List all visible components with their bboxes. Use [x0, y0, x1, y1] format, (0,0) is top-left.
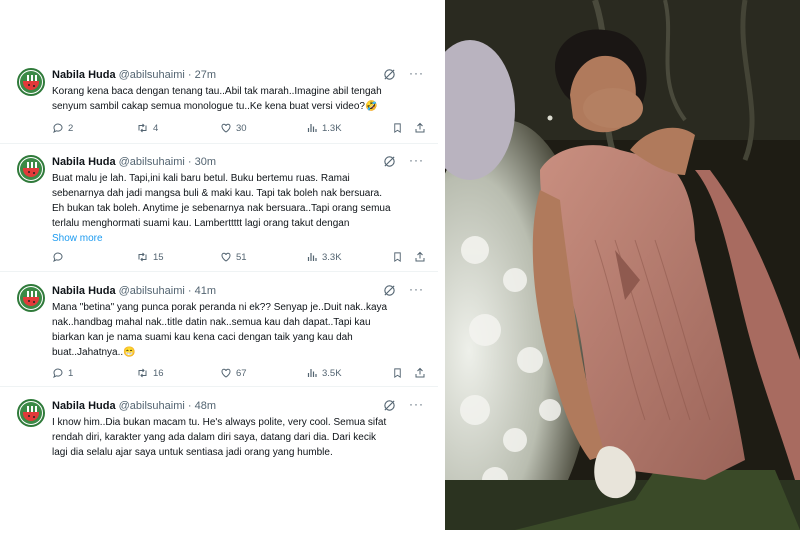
- tweet[interactable]: Nabila Huda @abilsuhaimi · 27m ··· Koran…: [0, 66, 438, 144]
- display-name[interactable]: Nabila Huda: [52, 69, 116, 81]
- avatar[interactable]: [17, 155, 45, 183]
- attached-photo[interactable]: [445, 0, 800, 530]
- reply-button[interactable]: 1: [52, 367, 73, 381]
- photo-woman-laughing: [445, 0, 800, 530]
- reply-button[interactable]: [52, 251, 68, 265]
- bookmark-button[interactable]: [392, 367, 407, 381]
- show-more-link[interactable]: Show more: [52, 231, 430, 246]
- tweet[interactable]: Nabila Huda @abilsuhaimi · 48m ··· I kno…: [0, 397, 438, 469]
- like-button[interactable]: 51: [220, 251, 247, 265]
- timestamp[interactable]: · 48m: [188, 400, 216, 412]
- retweet-button[interactable]: 16: [136, 367, 164, 381]
- reply-icon: [53, 253, 63, 263]
- retweet-icon: [138, 124, 147, 133]
- share-icon: [415, 252, 425, 262]
- avatar[interactable]: [17, 284, 45, 312]
- timestamp[interactable]: · 30m: [188, 156, 216, 168]
- tweet-text: Mana "betina" yang punca porak peranda n…: [52, 302, 388, 358]
- tweet-text: Korang kena baca dengan tenang tau..Abil…: [52, 86, 382, 112]
- display-name[interactable]: Nabila Huda: [52, 156, 116, 168]
- share-button[interactable]: [414, 367, 430, 381]
- bookmark-icon: [394, 368, 401, 379]
- share-icon: [415, 368, 425, 378]
- heart-icon: [221, 369, 231, 379]
- tweet-actions: 15 51 3.3K: [52, 251, 432, 265]
- more-icon[interactable]: ···: [409, 397, 424, 411]
- grok-icon[interactable]: [383, 284, 396, 297]
- more-icon[interactable]: ···: [409, 153, 424, 167]
- views-button[interactable]: 3.3K: [306, 251, 342, 265]
- views-icon: [307, 369, 317, 378]
- bookmark-icon: [394, 123, 401, 134]
- grok-icon[interactable]: [383, 68, 396, 81]
- user-handle[interactable]: @abilsuhaimi: [119, 69, 185, 81]
- tweet-actions: 2 4 30 1.3K: [52, 122, 432, 136]
- bookmark-button[interactable]: [392, 251, 407, 265]
- user-handle[interactable]: @abilsuhaimi: [119, 400, 185, 412]
- retweet-button[interactable]: 15: [136, 251, 164, 265]
- views-button[interactable]: 3.5K: [306, 367, 342, 381]
- views-icon: [307, 124, 317, 133]
- display-name[interactable]: Nabila Huda: [52, 400, 116, 412]
- views-icon: [307, 253, 317, 262]
- reply-icon: [53, 124, 63, 134]
- timestamp[interactable]: · 27m: [188, 69, 216, 81]
- retweet-button[interactable]: 4: [136, 122, 158, 136]
- heart-icon: [221, 124, 231, 134]
- reply-icon: [53, 369, 63, 379]
- user-handle[interactable]: @abilsuhaimi: [119, 156, 185, 168]
- more-icon[interactable]: ···: [409, 282, 424, 296]
- like-button[interactable]: 67: [220, 367, 247, 381]
- user-handle[interactable]: @abilsuhaimi: [119, 285, 185, 297]
- tweet-actions: 1 16 67 3.5K: [52, 367, 432, 381]
- reply-button[interactable]: 2: [52, 122, 73, 136]
- like-button[interactable]: 30: [220, 122, 247, 136]
- bookmark-icon: [394, 252, 401, 263]
- tweet-text: I know him..Dia bukan macam tu. He's alw…: [52, 417, 387, 458]
- heart-icon: [221, 253, 231, 263]
- tweet-text: Buat malu je lah. Tapi,ini kali baru bet…: [52, 171, 430, 246]
- avatar[interactable]: [17, 399, 45, 427]
- retweet-icon: [138, 369, 147, 378]
- bookmark-button[interactable]: [392, 122, 407, 136]
- more-icon[interactable]: ···: [409, 66, 424, 80]
- views-button[interactable]: 1.3K: [306, 122, 342, 136]
- share-button[interactable]: [414, 122, 430, 136]
- share-icon: [415, 123, 425, 133]
- retweet-icon: [138, 253, 147, 262]
- tweet[interactable]: Nabila Huda @abilsuhaimi · 30m ··· Buat …: [0, 153, 438, 272]
- avatar[interactable]: [17, 68, 45, 96]
- share-button[interactable]: [414, 251, 430, 265]
- grok-icon[interactable]: [383, 155, 396, 168]
- tweet-feed: Nabila Huda @abilsuhaimi · 27m ··· Koran…: [0, 0, 438, 533]
- display-name[interactable]: Nabila Huda: [52, 285, 116, 297]
- timestamp[interactable]: · 41m: [188, 285, 216, 297]
- tweet[interactable]: Nabila Huda @abilsuhaimi · 41m ··· Mana …: [0, 282, 438, 387]
- grok-icon[interactable]: [383, 399, 396, 412]
